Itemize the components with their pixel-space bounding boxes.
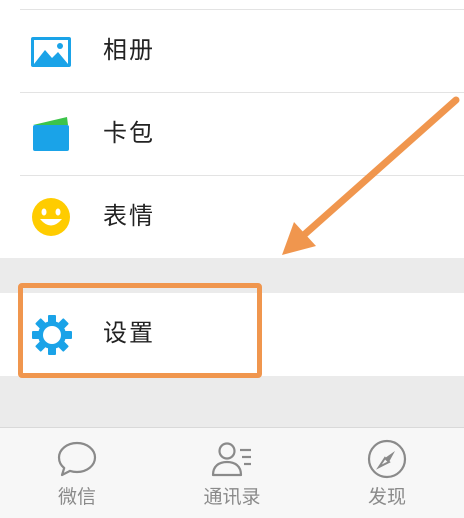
tab-contacts[interactable]: 通讯录 bbox=[155, 428, 309, 518]
tab-label: 发现 bbox=[367, 486, 406, 508]
compass-icon bbox=[365, 438, 409, 482]
tab-label: 通讯录 bbox=[203, 486, 261, 508]
tab-chats[interactable]: 微信 bbox=[0, 428, 154, 518]
bottom-tab-bar: 微信 通讯录 发现 bbox=[0, 427, 464, 518]
contacts-icon bbox=[210, 438, 254, 482]
tab-discover[interactable]: 发现 bbox=[310, 428, 464, 518]
tab-label: 微信 bbox=[57, 486, 96, 508]
chat-bubble-icon bbox=[55, 438, 99, 482]
